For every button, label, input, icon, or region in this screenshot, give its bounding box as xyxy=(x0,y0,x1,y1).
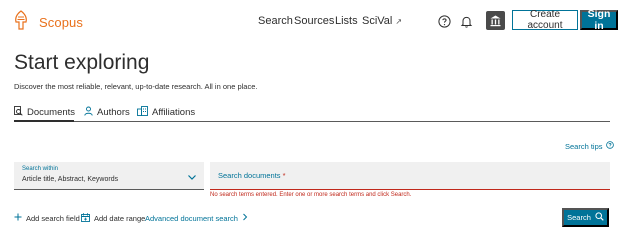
plus-icon xyxy=(14,213,22,223)
active-tab-indicator xyxy=(14,120,74,122)
top-bar: Scopus Search Sources Lists SciVal ↗ Crea… xyxy=(0,0,620,42)
page-title: Start exploring xyxy=(14,51,150,74)
tab-authors-label: Authors xyxy=(97,107,130,118)
person-icon xyxy=(84,106,93,119)
tab-affiliations-label: Affiliations xyxy=(152,107,196,118)
search-icon xyxy=(595,212,604,223)
elsevier-logo-icon[interactable] xyxy=(11,9,31,31)
search-documents-input[interactable]: Search documents * xyxy=(210,162,610,190)
add-search-field-button[interactable]: Add search field xyxy=(14,213,80,223)
help-icon xyxy=(605,141,614,151)
nav-scival[interactable]: SciVal ↗ xyxy=(362,15,402,27)
create-account-button[interactable]: Create account xyxy=(512,9,578,31)
brand-name[interactable]: Scopus xyxy=(39,15,83,30)
advanced-search-label: Advanced document search xyxy=(145,213,238,223)
search-documents-placeholder-text: Search documents xyxy=(218,171,281,180)
tab-documents-label: Documents xyxy=(27,107,76,118)
add-date-range-label: Add date range xyxy=(94,214,146,223)
advanced-search-link[interactable]: Advanced document search xyxy=(145,213,248,223)
sign-in-button[interactable]: Sign in xyxy=(580,8,618,32)
tab-affiliations[interactable]: Affiliations xyxy=(137,106,195,119)
document-search-icon xyxy=(14,106,23,119)
search-within-label: Search within xyxy=(22,166,59,172)
nav-scival-label: SciVal xyxy=(362,15,393,27)
search-within-value: Article title, Abstract, Keywords xyxy=(22,176,119,183)
page-subtitle: Discover the most reliable, relevant, up… xyxy=(14,82,258,91)
add-search-field-label: Add search field xyxy=(26,213,80,223)
nav-search[interactable]: Search xyxy=(258,15,293,27)
search-tips-link[interactable]: Search tips xyxy=(565,141,614,151)
search-tips-label: Search tips xyxy=(565,141,603,151)
external-link-icon: ↗ xyxy=(395,17,403,26)
search-button-label: Search xyxy=(567,213,591,222)
calendar-icon xyxy=(81,213,90,224)
bell-icon[interactable] xyxy=(459,14,473,28)
search-error-message: No search terms entered. Enter one or mo… xyxy=(210,192,412,198)
chevron-right-icon xyxy=(242,213,248,223)
nav-sources[interactable]: Sources xyxy=(294,15,334,27)
tab-documents[interactable]: Documents xyxy=(14,106,75,119)
required-marker: * xyxy=(282,171,286,180)
tab-authors[interactable]: Authors xyxy=(84,106,130,119)
chevron-down-icon xyxy=(186,170,198,182)
search-tabs: Documents Authors Affiliations xyxy=(14,104,610,122)
help-icon[interactable] xyxy=(437,14,451,28)
search-documents-placeholder: Search documents * xyxy=(218,171,286,180)
search-button[interactable]: Search xyxy=(562,208,609,227)
institution-icon[interactable] xyxy=(486,11,505,30)
search-within-select[interactable]: Search within Article title, Abstract, K… xyxy=(14,162,204,190)
nav-lists[interactable]: Lists xyxy=(335,15,358,27)
add-date-range-button[interactable]: Add date range xyxy=(81,213,145,224)
building-icon xyxy=(137,106,148,119)
